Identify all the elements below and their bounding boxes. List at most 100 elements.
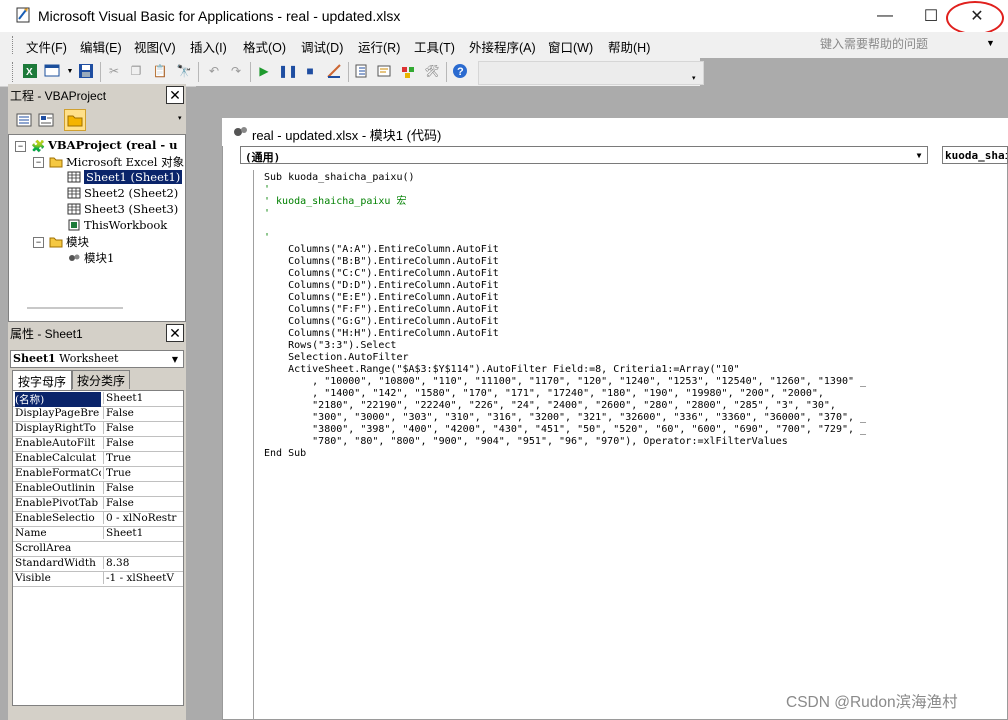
- code-line[interactable]: ': [264, 184, 270, 196]
- code-line[interactable]: , "10000", "10800", "110", "11100", "117…: [264, 376, 866, 388]
- minimize-button[interactable]: —: [862, 0, 908, 32]
- code-line[interactable]: "780", "80", "800", "900", "904", "951",…: [264, 436, 788, 448]
- code-line[interactable]: "3800", "398", "400", "4200", "430", "45…: [264, 424, 866, 436]
- pane-scroll-icon[interactable]: ▾: [178, 114, 182, 122]
- help-question-input[interactable]: 键入需要帮助的问题: [820, 35, 1002, 53]
- property-row[interactable]: EnableOutlinin False: [13, 481, 183, 497]
- paste-icon[interactable]: 📋: [152, 63, 168, 79]
- tab-alphabetic[interactable]: 按字母序: [12, 370, 72, 391]
- property-row[interactable]: EnableFormatCo True: [13, 466, 183, 482]
- code-line[interactable]: End Sub: [264, 448, 306, 460]
- tree-item-thisworkbook[interactable]: ThisWorkbook: [67, 218, 167, 232]
- tree-item-excel-objects[interactable]: Microsoft Excel 对象: [49, 154, 184, 170]
- code-line[interactable]: Columns("F:F").EntireColumn.AutoFit: [264, 304, 499, 316]
- object-browser-icon[interactable]: [400, 63, 416, 79]
- run-icon[interactable]: ▶: [256, 63, 272, 79]
- watermark-text: CSDN @Rudon滨海渔村: [786, 694, 958, 711]
- menu-insert[interactable]: 插入(I): [190, 37, 227, 56]
- menu-edit[interactable]: 编辑(E): [80, 37, 122, 56]
- code-line[interactable]: , "1400", "142", "1580", "170", "171", "…: [264, 388, 824, 400]
- properties-pane-close-button[interactable]: ✕: [166, 324, 184, 342]
- object-selector-combo[interactable]: Sheet1 Worksheet ▼: [10, 350, 184, 368]
- save-icon[interactable]: [78, 63, 94, 79]
- code-line[interactable]: Rows("3:3").Select: [264, 340, 396, 352]
- code-line[interactable]: ': [264, 208, 270, 220]
- property-row[interactable]: ScrollArea: [13, 541, 183, 557]
- tree-item-module1[interactable]: 模块1: [67, 250, 114, 266]
- help-dropdown-icon[interactable]: ▼: [986, 38, 995, 48]
- menu-tools[interactable]: 工具(T): [414, 37, 455, 56]
- property-row[interactable]: DisplayPageBre False: [13, 406, 183, 422]
- property-row[interactable]: Visible -1 - xlSheetV: [13, 571, 183, 587]
- object-combo[interactable]: (通用) ▼: [240, 146, 928, 164]
- code-line[interactable]: Columns("B:B").EntireColumn.AutoFit: [264, 256, 499, 268]
- menu-file[interactable]: 文件(F): [26, 37, 67, 56]
- procedure-combo[interactable]: kuoda_shaicha_paixu: [942, 146, 1008, 164]
- project-explorer-icon[interactable]: [354, 63, 370, 79]
- code-line[interactable]: Columns("E:E").EntireColumn.AutoFit: [264, 292, 499, 304]
- menu-debug[interactable]: 调试(D): [301, 37, 343, 56]
- property-row[interactable]: EnableAutoFilt False: [13, 436, 183, 452]
- tree-item-vbaproject[interactable]: 🧩 VBAProject (real - u: [31, 138, 178, 153]
- menu-run[interactable]: 运行(R): [358, 37, 400, 56]
- toolbar-options-icon[interactable]: ▾: [692, 74, 696, 82]
- collapse-toggle-icon[interactable]: −: [33, 237, 44, 248]
- undo-icon[interactable]: ↶: [206, 63, 222, 79]
- view-object-icon[interactable]: [38, 112, 54, 128]
- redo-icon[interactable]: ↷: [228, 63, 244, 79]
- code-line[interactable]: Columns("C:C").EntireColumn.AutoFit: [264, 268, 499, 280]
- break-icon[interactable]: ❚❚: [278, 63, 298, 79]
- code-line[interactable]: "2180", "22190", "22240", "226", "24", "…: [264, 400, 836, 412]
- property-row[interactable]: StandardWidth 8.38: [13, 556, 183, 572]
- menu-help[interactable]: 帮助(H): [608, 37, 650, 56]
- collapse-toggle-icon[interactable]: −: [33, 157, 44, 168]
- copy-icon[interactable]: ❐: [128, 63, 144, 79]
- minimize-icon: —: [877, 7, 893, 24]
- properties-icon[interactable]: [376, 63, 392, 79]
- tree-item-sheet1[interactable]: Sheet1 (Sheet1): [67, 170, 183, 184]
- menu-addins[interactable]: 外接程序(A): [469, 37, 536, 56]
- toggle-folders-button[interactable]: [64, 109, 86, 131]
- code-line[interactable]: Columns("G:G").EntireColumn.AutoFit: [264, 316, 499, 328]
- property-row[interactable]: EnablePivotTab False: [13, 496, 183, 512]
- code-margin-gutter[interactable]: [232, 170, 254, 720]
- insert-userform-icon[interactable]: [44, 63, 60, 79]
- tab-categorized[interactable]: 按分类序: [72, 370, 130, 389]
- window-title: Microsoft Visual Basic for Applications …: [38, 8, 401, 24]
- help-icon[interactable]: ?: [452, 63, 468, 79]
- cut-icon[interactable]: ✂: [106, 63, 122, 79]
- tree-item-sheet3[interactable]: Sheet3 (Sheet3): [67, 202, 178, 216]
- excel-icon[interactable]: X: [22, 63, 38, 79]
- find-icon[interactable]: 🔭: [176, 63, 192, 79]
- code-line[interactable]: Selection.AutoFilter: [264, 352, 408, 364]
- code-line[interactable]: Columns("A:A").EntireColumn.AutoFit: [264, 244, 499, 256]
- project-pane-close-button[interactable]: ✕: [166, 86, 184, 104]
- menu-view[interactable]: 视图(V): [134, 37, 176, 56]
- code-line[interactable]: ' kuoda_shaicha_paixu 宏: [264, 196, 406, 208]
- code-line[interactable]: ': [264, 232, 270, 244]
- chevron-down-icon[interactable]: ▼: [913, 150, 925, 161]
- code-line[interactable]: "300", "3000", "303", "310", "316", "320…: [264, 412, 866, 424]
- view-code-icon[interactable]: [16, 112, 32, 128]
- property-row[interactable]: EnableSelectio 0 - xlNoRestr: [13, 511, 183, 527]
- menu-window[interactable]: 窗口(W): [548, 37, 593, 56]
- insert-dropdown-icon[interactable]: ▼: [62, 63, 78, 79]
- svg-text:X: X: [26, 67, 33, 78]
- tree-scrollbar[interactable]: [27, 307, 123, 309]
- property-row[interactable]: Name Sheet1: [13, 526, 183, 542]
- tree-item-sheet2[interactable]: Sheet2 (Sheet2): [67, 186, 178, 200]
- property-row[interactable]: DisplayRightTo False: [13, 421, 183, 437]
- property-row[interactable]: (名称) Sheet1: [13, 391, 183, 407]
- collapse-toggle-icon[interactable]: −: [15, 141, 26, 152]
- code-line[interactable]: Sub kuoda_shaicha_paixu(): [264, 172, 415, 184]
- toolbox-icon[interactable]: 🛠: [424, 63, 440, 79]
- tree-item-modules-folder[interactable]: 模块: [49, 234, 89, 250]
- reset-icon[interactable]: ■: [302, 63, 318, 79]
- design-mode-icon[interactable]: [326, 63, 342, 79]
- code-line[interactable]: Columns("D:D").EntireColumn.AutoFit: [264, 280, 499, 292]
- code-line[interactable]: ActiveSheet.Range("$A$3:$Y$114").AutoFil…: [264, 364, 740, 376]
- menu-format[interactable]: 格式(O): [243, 37, 286, 56]
- property-row[interactable]: EnableCalculat True: [13, 451, 183, 467]
- code-line[interactable]: Columns("H:H").EntireColumn.AutoFit: [264, 328, 499, 340]
- chevron-down-icon[interactable]: ▼: [169, 354, 181, 365]
